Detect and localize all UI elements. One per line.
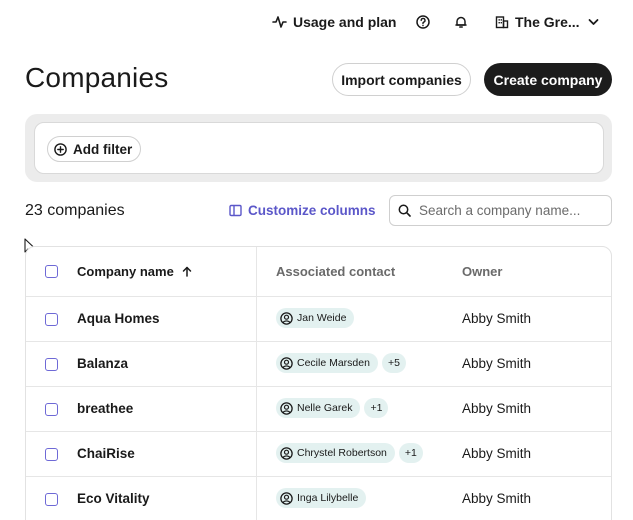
create-company-button[interactable]: Create company [484, 63, 612, 96]
filter-panel: Add filter [25, 114, 612, 182]
more-contacts-badge[interactable]: +1 [398, 443, 423, 463]
customize-columns-label: Customize columns [248, 203, 376, 218]
select-all-checkbox[interactable] [45, 265, 58, 278]
workspace-switcher[interactable]: The Gre... [495, 12, 599, 32]
customize-columns-button[interactable]: Customize columns [229, 203, 376, 218]
usage-and-plan-label: Usage and plan [293, 14, 397, 30]
row-checkbox[interactable] [45, 313, 58, 326]
building-icon [495, 16, 509, 29]
bell-icon [455, 16, 467, 28]
company-name[interactable]: Aqua Homes [77, 311, 160, 326]
plus-circle-icon [54, 142, 67, 156]
associated-contact-cell: Cecile Marsden +5 [276, 353, 406, 373]
table-row[interactable]: Aqua Homes Jan Weide Abby Smith [26, 297, 611, 342]
associated-contact-cell: Jan Weide [276, 308, 355, 328]
contact-chip[interactable]: Chrystel Robertson [276, 443, 395, 463]
company-name[interactable]: Eco Vitality [77, 491, 150, 506]
table-row[interactable]: breathee Nelle Garek +1 Abby Smith [26, 387, 611, 432]
row-checkbox[interactable] [45, 493, 58, 506]
owner-name: Abby Smith [462, 491, 532, 506]
company-name[interactable]: Balanza [77, 356, 128, 371]
associated-contact-cell: Nelle Garek +1 [276, 398, 389, 418]
columns-icon [229, 204, 242, 217]
user-circle-icon [280, 401, 293, 415]
help-circle-icon [416, 15, 430, 29]
row-checkbox[interactable] [45, 448, 58, 461]
column-header-company-name[interactable]: Company name [77, 264, 192, 279]
app-window: Usage and plan The Gre... Companies Impo… [0, 0, 633, 520]
associated-contact-cell: Chrystel Robertson +1 [276, 443, 423, 463]
page-title: Companies [25, 62, 169, 93]
table-row[interactable]: Eco Vitality Inga Lilybelle Abby Smith [26, 477, 611, 520]
contact-name: Jan Weide [297, 312, 347, 324]
activity-pulse-icon [272, 16, 287, 28]
workspace-name: The Gre... [515, 14, 580, 30]
usage-and-plan-button[interactable]: Usage and plan [272, 12, 396, 32]
table-row[interactable]: ChaiRise Chrystel Robertson +1 Abby Smit… [26, 432, 611, 477]
companies-table: Company name Associated contact Owner Aq… [25, 246, 612, 520]
contact-name: Inga Lilybelle [297, 492, 359, 504]
company-name[interactable]: breathee [77, 401, 133, 416]
column-header-company-name-label: Company name [77, 264, 174, 279]
help-button[interactable] [414, 12, 432, 32]
table-header: Company name Associated contact Owner [26, 247, 611, 297]
contact-chip[interactable]: Cecile Marsden [276, 353, 378, 373]
companies-count: 23 companies [25, 202, 125, 219]
owner-name: Abby Smith [462, 401, 532, 416]
filter-bar: Add filter [34, 122, 604, 174]
contact-name: Cecile Marsden [297, 357, 370, 369]
row-checkbox[interactable] [45, 403, 58, 416]
more-contacts-badge[interactable]: +5 [381, 353, 406, 373]
chevron-down-icon [588, 19, 598, 25]
contact-chip[interactable]: Nelle Garek [276, 398, 361, 418]
notifications-button[interactable] [452, 12, 470, 32]
owner-name: Abby Smith [462, 446, 532, 461]
user-circle-icon [280, 311, 293, 325]
company-name[interactable]: ChaiRise [77, 446, 135, 461]
user-circle-icon [280, 446, 293, 460]
contact-name: Nelle Garek [297, 402, 353, 414]
search-box [389, 195, 612, 226]
top-bar: Usage and plan The Gre... [0, 0, 633, 44]
search-input[interactable] [419, 203, 599, 218]
import-companies-button[interactable]: Import companies [332, 63, 471, 96]
associated-contact-cell: Inga Lilybelle [276, 488, 367, 508]
add-filter-button[interactable]: Add filter [47, 136, 142, 162]
arrow-up-icon [182, 266, 192, 277]
owner-name: Abby Smith [462, 311, 532, 326]
contact-chip[interactable]: Inga Lilybelle [276, 488, 367, 508]
table-row[interactable]: Balanza Cecile Marsden +5 Abby Smith [26, 342, 611, 387]
user-circle-icon [280, 356, 293, 370]
owner-name: Abby Smith [462, 356, 532, 371]
row-checkbox[interactable] [45, 358, 58, 371]
more-contacts-badge[interactable]: +1 [364, 398, 389, 418]
user-circle-icon [280, 491, 293, 505]
column-header-associated-contact[interactable]: Associated contact [276, 264, 395, 279]
contact-chip[interactable]: Jan Weide [276, 308, 355, 328]
add-filter-label: Add filter [73, 141, 133, 157]
search-icon [398, 204, 411, 217]
contact-name: Chrystel Robertson [297, 447, 387, 459]
column-header-owner[interactable]: Owner [462, 264, 502, 279]
